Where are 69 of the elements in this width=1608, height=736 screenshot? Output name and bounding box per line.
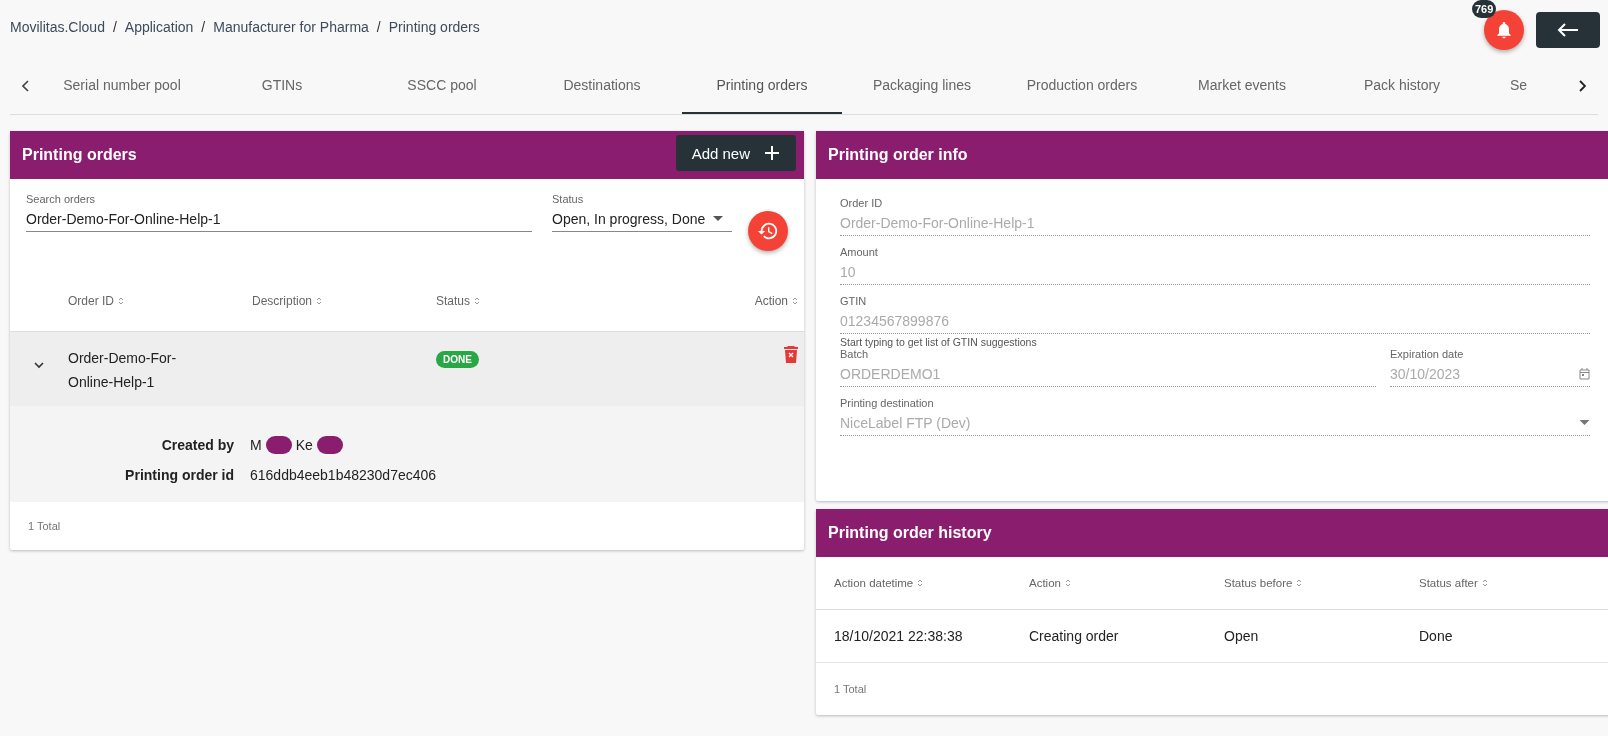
- caret-icon: [713, 216, 724, 222]
- caret-icon: [1579, 420, 1590, 426]
- tab[interactable]: GTINs: [202, 58, 362, 114]
- sort-icon: [917, 578, 924, 588]
- column-header[interactable]: Action: [716, 294, 798, 308]
- breadcrumb-separator: /: [201, 19, 206, 35]
- breadcrumb-link[interactable]: Movilitas.Cloud: [10, 19, 105, 35]
- column-header[interactable]: Order ID: [68, 294, 252, 308]
- total-count: 1 Total: [27, 519, 62, 534]
- tab[interactable]: Printing orders: [682, 58, 842, 114]
- back-button[interactable]: [1536, 12, 1600, 48]
- detail-label: Printing order id: [124, 467, 234, 483]
- breadcrumb-separator: /: [112, 19, 117, 35]
- history-icon: [757, 220, 779, 242]
- breadcrumb-link[interactable]: Application: [124, 19, 194, 35]
- notification-count: 769: [1472, 0, 1497, 18]
- tab[interactable]: SSCC pool: [362, 58, 522, 114]
- breadcrumb-separator: /: [376, 19, 381, 35]
- reset-history-button[interactable]: [748, 211, 788, 251]
- chevron-left-icon: [22, 80, 30, 92]
- chevron-icon[interactable]: [34, 362, 44, 369]
- column-header[interactable]: Action: [1029, 577, 1224, 589]
- bell-icon: [1494, 20, 1514, 40]
- detail-value: Ke: [295, 437, 313, 453]
- field-hint: Start typing to get list of GTIN suggestions: [840, 336, 1038, 348]
- tab[interactable]: Destinations: [522, 58, 682, 114]
- table-cell-text: Creating order: [1029, 628, 1120, 644]
- breadcrumb-link[interactable]: Printing orders: [388, 19, 480, 35]
- sort-icon: [118, 296, 124, 306]
- sort-icon: [1296, 578, 1303, 588]
- column-header[interactable]: Status before: [1224, 577, 1419, 589]
- delete-icon[interactable]: [784, 346, 798, 363]
- column-header[interactable]: Action datetime: [834, 577, 1029, 589]
- status-chip: DONE: [436, 351, 479, 368]
- order-id-cell-text: Order-Demo-For-Online-Help-1: [68, 349, 178, 392]
- sort-icon: [792, 296, 798, 306]
- column-header[interactable]: Description: [252, 294, 436, 308]
- sort-icon: [1481, 578, 1488, 588]
- card-title: Printing orders: [22, 146, 137, 164]
- tab[interactable]: Serial number pool: [42, 58, 202, 114]
- column-header[interactable]: Status after: [1419, 577, 1608, 589]
- tab[interactable]: Production orders: [1002, 58, 1162, 114]
- plus-icon: [764, 145, 780, 161]
- detail-value: 616ddb4eeb1b48230d7ec406: [250, 467, 437, 483]
- sort-icon: [474, 296, 481, 306]
- redaction-mark: [316, 436, 343, 454]
- card-title: Printing order history: [828, 524, 992, 542]
- total-count: 1 Total: [833, 682, 868, 697]
- arrow-left-icon: [1557, 23, 1579, 37]
- detail-value: M: [250, 437, 262, 453]
- sort-icon: [316, 296, 323, 306]
- tab[interactable]: Market events: [1162, 58, 1322, 114]
- tab[interactable]: Pack history: [1322, 58, 1482, 114]
- table-cell-text: Done: [1419, 628, 1454, 644]
- column-header[interactable]: Status: [436, 294, 716, 308]
- tab[interactable]: Packaging lines: [842, 58, 1002, 114]
- breadcrumb-link[interactable]: Manufacturer for Pharma: [213, 19, 369, 35]
- sort-icon: [1064, 578, 1071, 588]
- status-dropdown[interactable]: Status Open, In progress, Done: [552, 193, 732, 232]
- redaction-mark: [265, 436, 292, 454]
- calendar-icon: [1579, 368, 1590, 380]
- detail-label: Created by: [160, 437, 234, 453]
- table-cell-text: 18/10/2021 22:38:38: [834, 628, 964, 644]
- chevron-right-icon: [1578, 80, 1586, 92]
- add-new-button[interactable]: Add new: [675, 135, 796, 171]
- tab[interactable]: Se: [1482, 58, 1528, 114]
- card-title: Printing order info: [828, 146, 968, 164]
- table-cell-text: Open: [1224, 628, 1260, 644]
- search-field[interactable]: Search orders Order-Demo-For-Online-Help-1: [26, 193, 532, 232]
